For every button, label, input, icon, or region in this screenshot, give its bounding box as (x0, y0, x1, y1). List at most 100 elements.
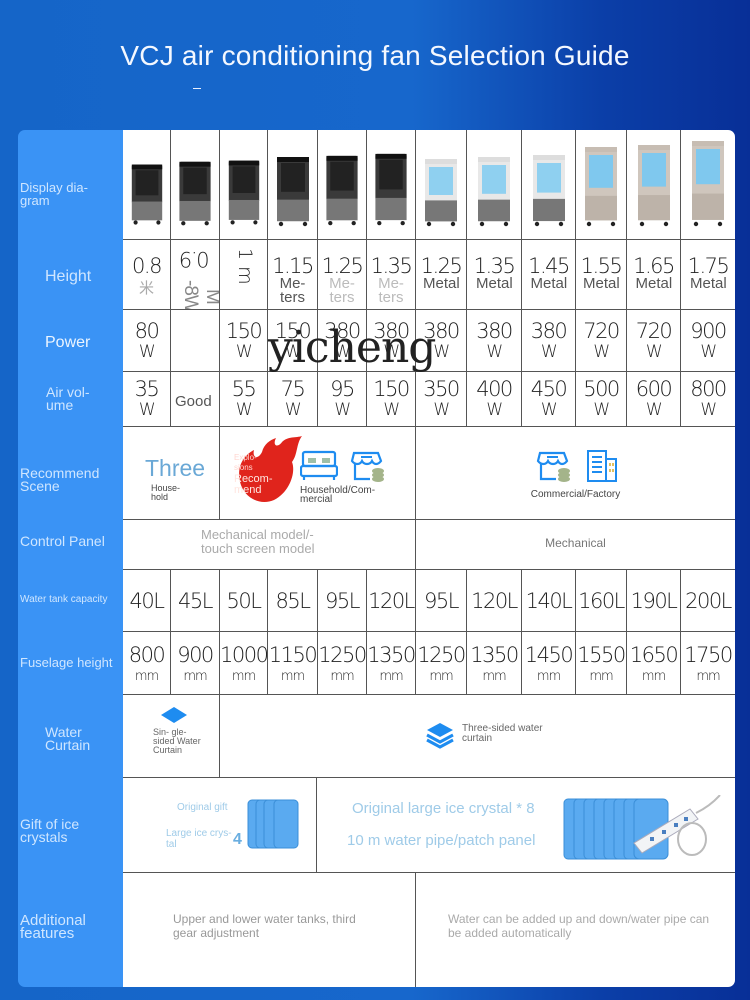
height-unit: Me- ters (279, 275, 306, 306)
power-unit: W (235, 342, 253, 362)
height-unit: Me- ters (378, 275, 404, 306)
product-image-cell (123, 130, 171, 240)
air-cooler-image (131, 164, 162, 225)
product-image-cell (522, 130, 576, 240)
tank-capacity-value: 95L (325, 589, 360, 613)
power-unit: W (383, 342, 400, 362)
fuselage-height-cell: 1750 mm (681, 632, 735, 695)
air-volume-value: 400 (476, 377, 513, 401)
power-cell: 380 W (318, 310, 367, 372)
gift-count: 4 (233, 831, 242, 848)
height-unit: Me- ters (329, 275, 355, 306)
power-cell: 380 W (522, 310, 576, 372)
gift-large-ice: Large ice crys- tal (166, 828, 232, 850)
air-volume-unit: W (235, 400, 253, 420)
tank-capacity-value: 45L (178, 589, 213, 613)
badge-recommend: Recom- mend (234, 473, 273, 496)
power-value: 150 (274, 319, 312, 343)
fuselage-height-unit: mm (183, 669, 207, 684)
control-cell-right: Mechanical (416, 520, 735, 570)
air-cooler-image (276, 157, 309, 227)
height-cell: 1.35 Metal (467, 240, 522, 310)
features-cell-left: Upper and lower water tanks, third gear … (123, 873, 416, 987)
fuselage-height-unit: mm (429, 669, 453, 684)
fuselage-height-value: 1450 (524, 643, 574, 667)
fuselage-height-cell: 1350 mm (467, 632, 522, 695)
fuselage-height-cell: 1150 mm (268, 632, 318, 695)
ice-packs-power-strip-icon (563, 795, 721, 860)
fuselage-height-cell: 1650 mm (627, 632, 681, 695)
air-volume-cell: 150 W (367, 372, 416, 427)
page-title: VCJ air conditioning fan Selection Guide (120, 40, 630, 71)
air-volume-value: 350 (423, 377, 460, 401)
air-cooler-image (228, 160, 259, 225)
features-right: Water can be added up and down/water pip… (448, 912, 710, 940)
scene-cell-household: Three House- hold (123, 427, 220, 520)
power-value: 150 (225, 319, 263, 343)
fuselage-height-value: 900 (177, 643, 214, 667)
power-value: 380 (423, 319, 460, 343)
height-value: 1.15 (272, 254, 314, 278)
power-unit: W (700, 342, 717, 362)
gift-cell-right: Original large ice crystal * 8 10 m wate… (317, 778, 735, 873)
tank-capacity-value: 40L (129, 589, 165, 613)
air-volume-value: 35 (134, 377, 160, 401)
tank-capacity-cell: 95L (416, 570, 467, 632)
height-cell: 1 m (220, 240, 268, 310)
tank-capacity-value: 120L (471, 589, 518, 613)
fuselage-height-unit: mm (231, 669, 256, 684)
tank-capacity-cell: 40L (123, 570, 171, 632)
three-layer-icon (426, 723, 454, 749)
air-volume-cell: 350 W (416, 372, 467, 427)
fuselage-height-value: 1150 (268, 643, 317, 667)
row-label-features: Additional features (20, 912, 86, 942)
gift-cell-left: Original gift Large ice crys- tal 4 (123, 778, 317, 873)
control-right: Mechanical (545, 536, 606, 550)
tank-capacity-value: 190L (630, 589, 678, 613)
row-label-curtain: Water Curtain (45, 724, 91, 753)
fuselage-height-value: 1550 (577, 643, 626, 667)
air-volume-unit: W (700, 400, 717, 420)
power-value: 900 (690, 319, 727, 343)
scene-commercial-factory: Commercial/Factory (530, 489, 621, 500)
power-unit: W (593, 342, 610, 362)
fuselage-height-cell: 1450 mm (522, 632, 576, 695)
fuselage-height-cell: 1550 mm (576, 632, 627, 695)
fuselage-height-unit: mm (696, 669, 720, 684)
product-image-cell (220, 130, 268, 240)
air-volume-value: 75 (280, 377, 306, 401)
power-cell: 720 W (627, 310, 681, 372)
air-volume-cell: 600 W (627, 372, 681, 427)
fuselage-height-unit: mm (536, 669, 561, 684)
air-volume-cell: 500 W (576, 372, 627, 427)
height-cell: 1.45 Metal (522, 240, 576, 310)
height-unit: M -8W (180, 280, 220, 310)
tank-capacity-cell: 45L (171, 570, 220, 632)
height-unit: Metal (635, 275, 673, 292)
height-unit: Metal (583, 275, 620, 292)
air-cooler-image (326, 155, 358, 226)
height-value: 1.65 (633, 254, 675, 278)
scene-cell-commercial-factory: Commercial/Factory (416, 427, 735, 520)
power-value: 380 (530, 319, 568, 343)
fuselage-height-unit: mm (330, 669, 354, 684)
tank-capacity-value: 140L (525, 589, 573, 613)
height-unit: Metal (423, 275, 460, 292)
power-cell: 380 W (416, 310, 467, 372)
height-value: 1.25 (420, 254, 463, 278)
height-value: 1.35 (370, 254, 413, 278)
air-cooler-image (532, 155, 565, 227)
power-unit: W (433, 342, 450, 362)
scene-household-commercial: Household/Com- mercial (300, 485, 376, 505)
curtain-cell-single: Sin- gle-sided Water Curtain (123, 695, 220, 778)
power-unit: W (645, 342, 663, 362)
fuselage-height-cell: 1250 mm (318, 632, 367, 695)
height-cell: 1.55 Metal (576, 240, 627, 310)
control-cell-left: Mechanical model/- touch screen model (123, 520, 416, 570)
row-label-power: Power (45, 334, 91, 351)
height-unit: Metal (690, 275, 727, 292)
height-value: 1.25 (321, 254, 364, 278)
tank-capacity-value: 85L (275, 589, 311, 613)
height-cell: 1.25 Metal (416, 240, 467, 310)
shop-coins-icon (350, 451, 384, 482)
